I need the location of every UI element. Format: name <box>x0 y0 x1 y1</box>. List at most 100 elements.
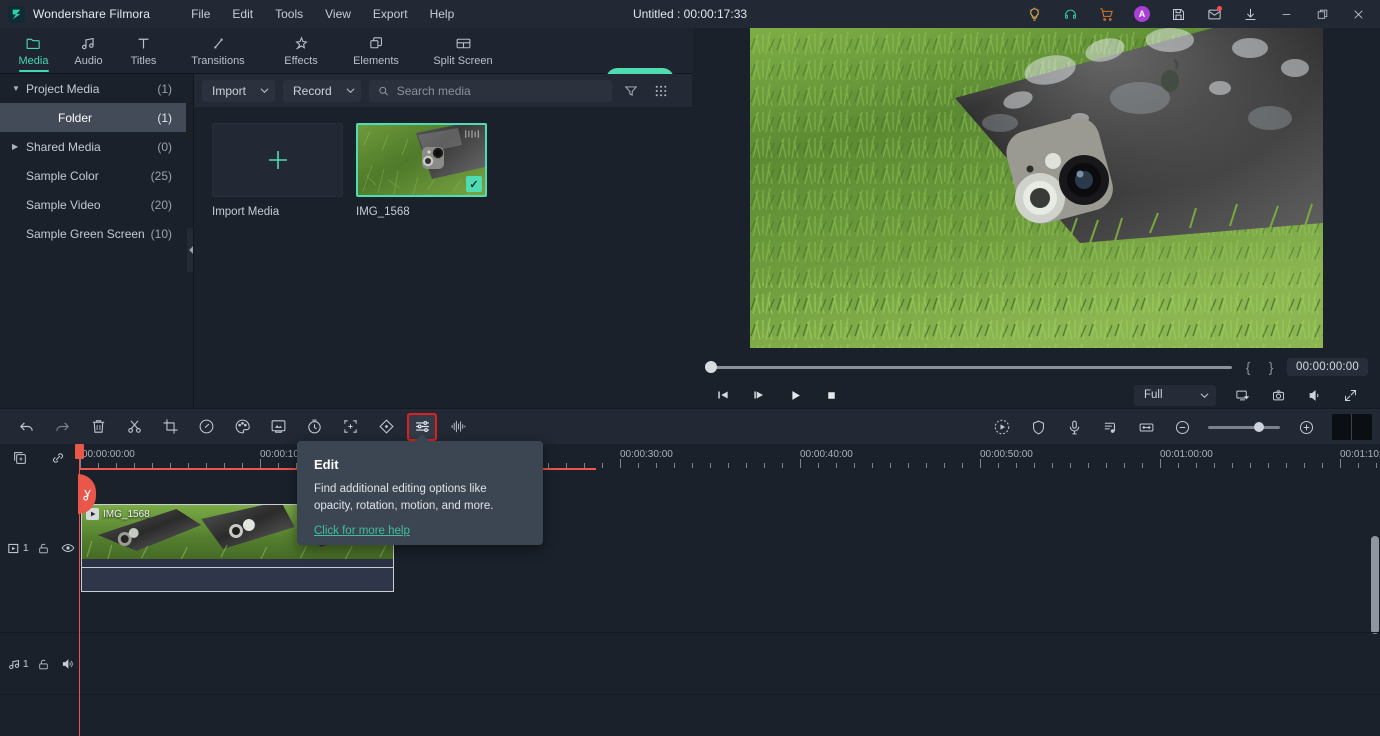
split-scissors-icon[interactable] <box>116 409 152 445</box>
import-media-tile[interactable] <box>212 123 343 197</box>
sidebar-item-folder[interactable]: Folder (1) <box>0 103 186 132</box>
minimize-icon[interactable] <box>1268 0 1304 28</box>
menu-edit[interactable]: Edit <box>221 3 264 25</box>
unlock-icon[interactable] <box>31 658 56 671</box>
quality-dropdown[interactable]: Full <box>1134 385 1216 406</box>
bulb-icon[interactable] <box>1016 0 1052 28</box>
account-avatar[interactable]: A <box>1124 0 1160 28</box>
preview-timecode[interactable]: 00:00:00:00 <box>1287 358 1368 376</box>
ruler-tick <box>1376 463 1377 468</box>
search-input[interactable] <box>397 84 603 98</box>
delete-icon[interactable] <box>80 409 116 445</box>
mail-icon[interactable] <box>1196 0 1232 28</box>
close-icon[interactable] <box>1340 0 1376 28</box>
mark-out-icon[interactable]: } <box>1264 359 1278 375</box>
timeline-playhead[interactable] <box>79 444 80 736</box>
menu-tools[interactable]: Tools <box>264 3 314 25</box>
ruler-tick <box>566 463 567 468</box>
menu-export[interactable]: Export <box>362 3 419 25</box>
ruler-tick <box>548 463 549 468</box>
headset-icon[interactable] <box>1052 0 1088 28</box>
snapshot-icon[interactable] <box>1260 382 1296 408</box>
menu-view[interactable]: View <box>314 3 362 25</box>
save-icon[interactable] <box>1160 0 1196 28</box>
clip-audio-waveform <box>82 567 393 591</box>
playback-scrubber[interactable] <box>705 366 1232 369</box>
grid-view-icon[interactable] <box>650 80 672 102</box>
prev-frame-button[interactable] <box>705 382 741 408</box>
menu-help[interactable]: Help <box>419 3 466 25</box>
color-palette-icon[interactable] <box>224 409 260 445</box>
cart-icon[interactable] <box>1088 0 1124 28</box>
auto-reframe-icon[interactable] <box>332 409 368 445</box>
stop-button[interactable] <box>813 382 849 408</box>
play-button[interactable] <box>777 382 813 408</box>
next-frame-button[interactable] <box>741 382 777 408</box>
video-track-row: 1 <box>0 504 1380 592</box>
ruler-tick <box>800 459 801 468</box>
download-icon[interactable] <box>1232 0 1268 28</box>
media-grid: Import Media <box>194 107 692 218</box>
record-dropdown[interactable]: Record <box>283 80 361 102</box>
tab-effects[interactable]: Effects <box>265 28 337 74</box>
pop-out-icon[interactable] <box>1224 382 1260 408</box>
tab-elements[interactable]: Elements <box>337 28 415 74</box>
sidebar-item-sample-color[interactable]: Sample Color (25) <box>0 161 186 190</box>
sidebar-item-sample-green-screen[interactable]: Sample Green Screen (10) <box>0 219 186 248</box>
fit-timeline-icon[interactable] <box>1128 409 1164 445</box>
ruler-tick <box>692 463 693 468</box>
render-preview-bar[interactable] <box>1332 414 1372 440</box>
search-media-box[interactable] <box>369 80 612 102</box>
sidebar-item-sample-video[interactable]: Sample Video (20) <box>0 190 186 219</box>
voiceover-mic-icon[interactable] <box>1056 409 1092 445</box>
undo-icon[interactable] <box>8 409 44 445</box>
sidebar-item-project-media[interactable]: ▼ Project Media (1) <box>0 74 186 103</box>
mark-in-icon[interactable]: { <box>1241 359 1255 375</box>
media-thumbnail[interactable]: ✓ <box>356 123 487 197</box>
tab-audio[interactable]: Audio <box>61 28 116 74</box>
tooltip-help-link[interactable]: Click for more help <box>314 525 410 537</box>
audio-detach-icon[interactable] <box>440 409 476 445</box>
tab-transitions[interactable]: Transitions <box>171 28 265 74</box>
sidebar-item-shared-media[interactable]: ▶ Shared Media (0) <box>0 132 186 161</box>
zoom-slider-knob[interactable] <box>1254 422 1264 432</box>
redo-icon[interactable] <box>44 409 80 445</box>
keyframe-icon[interactable] <box>368 409 404 445</box>
tab-titles[interactable]: Titles <box>116 28 171 74</box>
notification-dot <box>1217 6 1222 11</box>
timeline-ruler[interactable]: 00:00:00:00 00:00:10:00 00:00:20:00 00:0… <box>80 444 1380 472</box>
volume-icon[interactable] <box>1296 382 1332 408</box>
avatar-initial: A <box>1134 6 1150 22</box>
speaker-icon[interactable] <box>55 657 80 671</box>
menu-bar: File Edit Tools View Export Help <box>180 3 465 25</box>
green-screen-icon[interactable] <box>260 409 296 445</box>
freeze-frame-icon[interactable] <box>296 409 332 445</box>
scrubber-knob[interactable] <box>705 361 717 373</box>
auto-beat-sync-icon[interactable] <box>984 409 1020 445</box>
zoom-out-icon[interactable] <box>1164 409 1200 445</box>
tab-media[interactable]: Media <box>6 28 61 74</box>
menu-file[interactable]: File <box>180 3 221 25</box>
fullscreen-icon[interactable] <box>1332 382 1368 408</box>
speed-icon[interactable] <box>188 409 224 445</box>
timeline-vertical-scrollbar[interactable] <box>1371 536 1379 634</box>
crop-icon[interactable] <box>152 409 188 445</box>
zoom-in-icon[interactable] <box>1288 409 1324 445</box>
add-track-icon[interactable] <box>12 450 28 466</box>
tab-split-screen[interactable]: Split Screen <box>415 28 511 74</box>
restore-icon[interactable] <box>1304 0 1340 28</box>
video-track-number: 1 <box>23 542 29 554</box>
video-preview[interactable] <box>750 28 1323 348</box>
audio-mixer-icon[interactable] <box>1092 409 1128 445</box>
eye-icon[interactable] <box>55 541 80 555</box>
ruler-tick <box>1052 463 1053 468</box>
unlock-icon[interactable] <box>31 542 56 555</box>
filter-icon[interactable] <box>620 80 642 102</box>
link-toggle-icon[interactable] <box>50 450 66 466</box>
import-dropdown[interactable]: Import <box>202 80 275 102</box>
shield-icon[interactable] <box>1020 409 1056 445</box>
ruler-tick <box>1016 463 1017 468</box>
timeline-zoom-slider[interactable] <box>1208 426 1280 429</box>
ruler-tick <box>710 463 711 468</box>
ruler-tick <box>872 463 873 468</box>
